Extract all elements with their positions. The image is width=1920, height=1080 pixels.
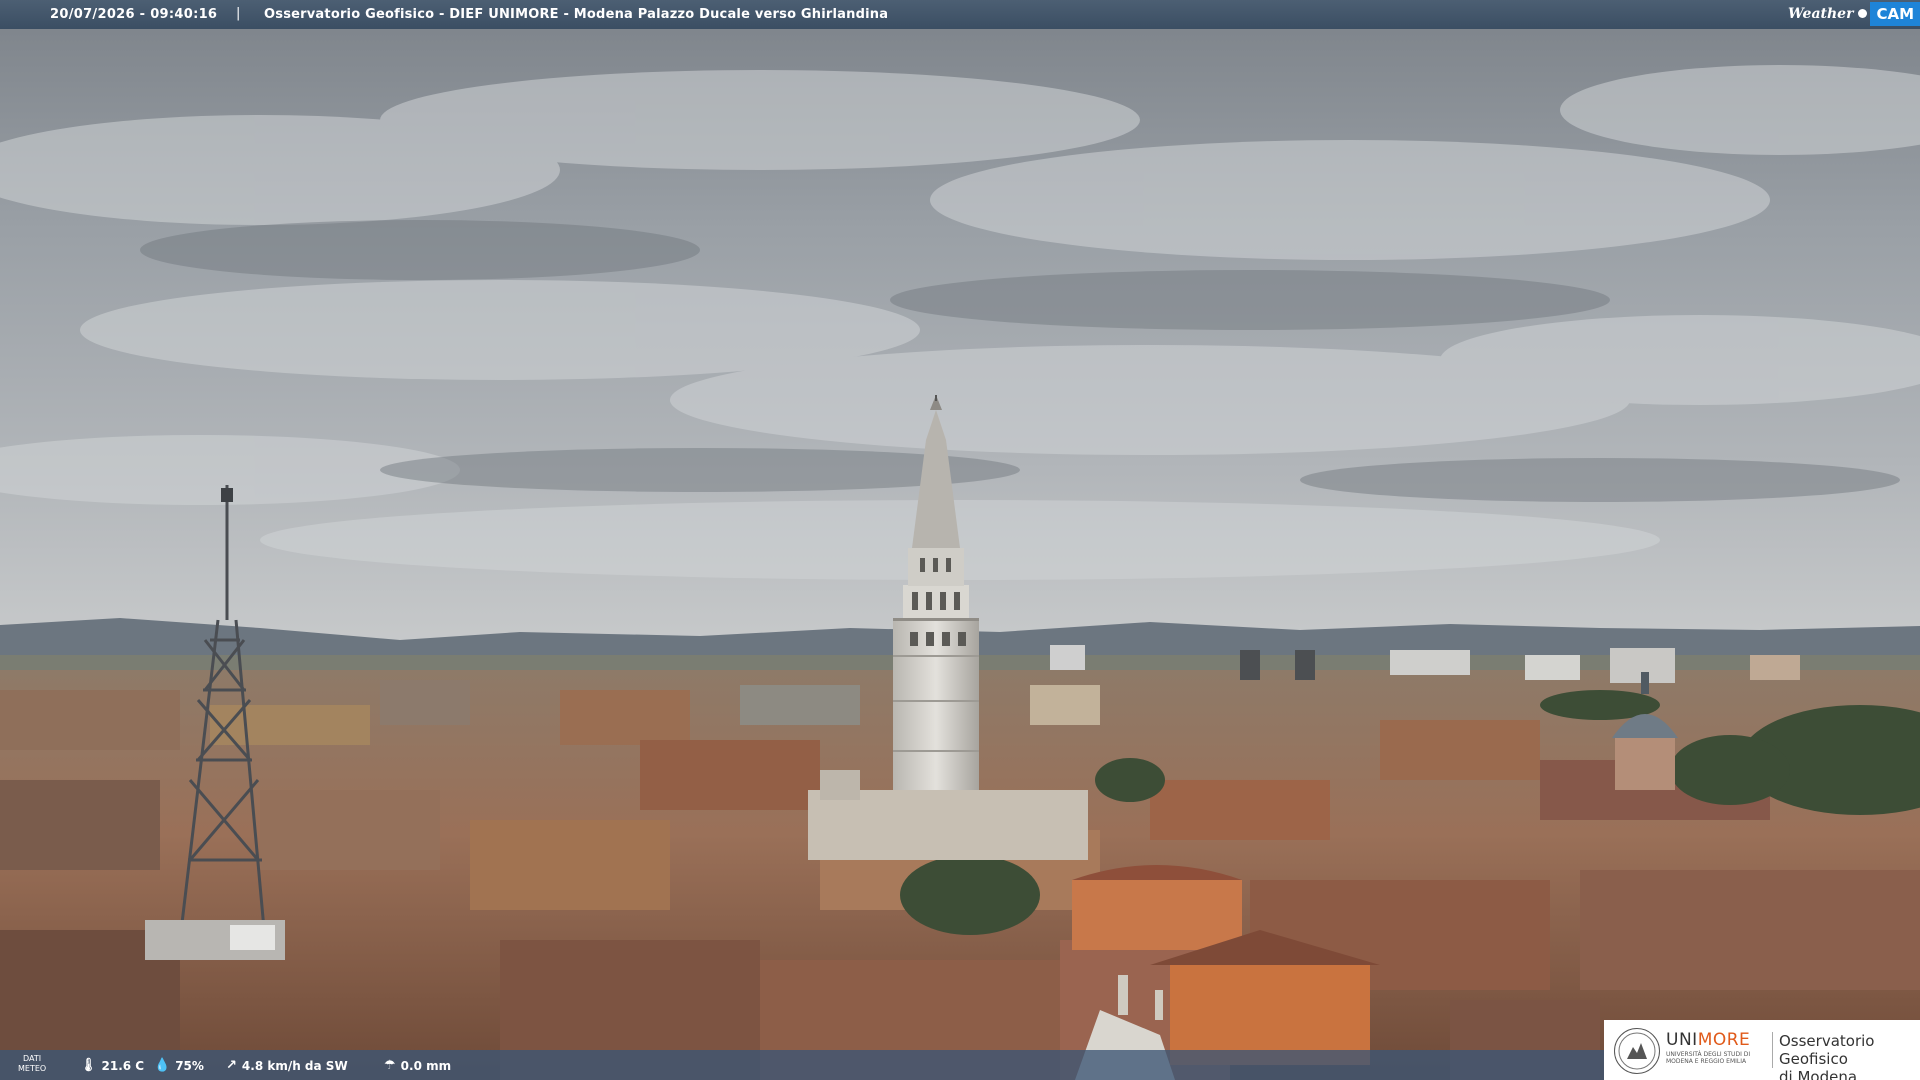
rain-reading: ☂ 0.0 mm bbox=[384, 1058, 452, 1073]
wind-reading: ↗ 4.8 km/h da SW bbox=[226, 1058, 348, 1073]
webcam-photo bbox=[0, 0, 1920, 1080]
cathedral bbox=[808, 790, 1088, 860]
camera-caption: Osservatorio Geofisico - DIEF UNIMORE - … bbox=[264, 7, 889, 22]
temperature-reading: 🌡 21.6 C bbox=[80, 1058, 145, 1073]
caption-bar: 20/07/2026 - 09:40:16 | Osservatorio Geo… bbox=[0, 0, 1920, 29]
logo-dot-icon bbox=[1858, 9, 1868, 18]
rain-gauge-icon: ☂ bbox=[384, 1058, 396, 1073]
university-seal-icon bbox=[1614, 1028, 1660, 1074]
timestamp: 20/07/2026 - 09:40:16 bbox=[50, 7, 218, 22]
webcam-frame: 20/07/2026 - 09:40:16 | Osservatorio Geo… bbox=[0, 0, 1920, 1080]
thermometer-icon: 🌡 bbox=[80, 1058, 97, 1073]
observatory-name: Osservatorio Geofisico di Modena bbox=[1779, 1032, 1875, 1080]
caption-separator: | bbox=[236, 6, 241, 21]
humidity-reading: 💧 75% bbox=[154, 1058, 204, 1073]
weather-data-bar: DATI METEO 🌡 21.6 C 💧 75% ↗ 4.8 km/h da … bbox=[0, 1050, 1604, 1080]
badge-divider bbox=[1772, 1032, 1773, 1068]
unimore-subtitle: UNIVERSITÀ DEGLI STUDI DI MODENA E REGGI… bbox=[1666, 1051, 1751, 1065]
unimore-name: UNIMORE bbox=[1666, 1030, 1751, 1050]
unimore-badge: UNIMORE UNIVERSITÀ DEGLI STUDI DI MODENA… bbox=[1604, 1020, 1920, 1080]
dati-meteo-label: DATI METEO bbox=[18, 1054, 47, 1073]
weathercam-logo: Weather CAM bbox=[1782, 0, 1920, 27]
logo-weather-text: Weather bbox=[1787, 5, 1854, 22]
droplets-icon: 💧 bbox=[154, 1058, 171, 1073]
wind-icon: ↗ bbox=[226, 1058, 237, 1073]
logo-cam-text: CAM bbox=[1870, 1, 1920, 26]
